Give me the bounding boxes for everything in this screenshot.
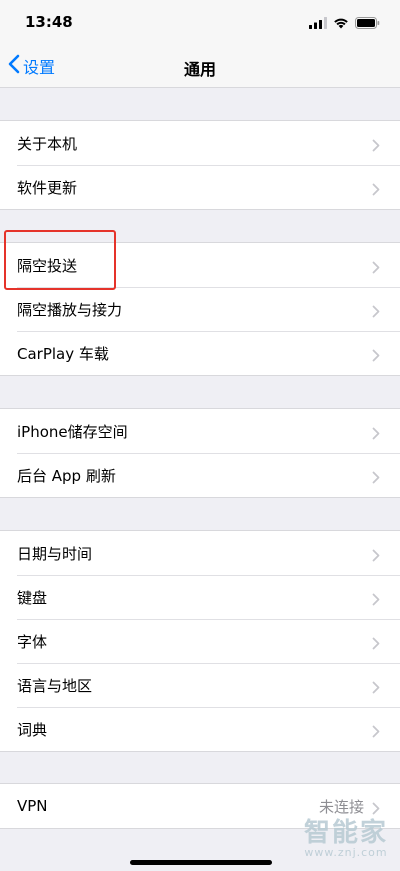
row-label: 词典 <box>17 720 48 739</box>
row-label: 后台 App 刷新 <box>17 466 116 485</box>
row-label: 键盘 <box>17 588 48 607</box>
settings-row-carplay[interactable]: CarPlay 车载 <box>0 331 400 375</box>
chevron-right-icon <box>372 679 380 698</box>
status-time: 13:48 <box>25 13 73 31</box>
row-label: CarPlay 车载 <box>17 344 109 363</box>
signal-icon <box>309 14 327 33</box>
row-label: 关于本机 <box>17 134 78 153</box>
settings-row-fonts[interactable]: 字体 <box>0 619 400 663</box>
settings-group-storage: iPhone储存空间 后台 App 刷新 <box>0 408 400 498</box>
chevron-right-icon <box>372 137 380 156</box>
chevron-right-icon <box>372 303 380 322</box>
chevron-right-icon <box>372 347 380 366</box>
row-label: 语言与地区 <box>17 676 93 695</box>
settings-row-software-update[interactable]: 软件更新 <box>0 165 400 209</box>
page-title: 通用 <box>183 60 216 79</box>
settings-row-airplay-handoff[interactable]: 隔空播放与接力 <box>0 287 400 331</box>
watermark-logo: 智能家 <box>303 818 388 848</box>
settings-row-date-time[interactable]: 日期与时间 <box>0 531 400 575</box>
watermark-url: www.znj.com <box>304 846 388 859</box>
row-label: VPN <box>17 797 48 815</box>
settings-row-language-region[interactable]: 语言与地区 <box>0 663 400 707</box>
settings-row-iphone-storage[interactable]: iPhone储存空间 <box>0 409 400 453</box>
chevron-right-icon <box>372 469 380 488</box>
row-label: iPhone储存空间 <box>17 422 128 441</box>
chevron-right-icon <box>372 547 380 566</box>
settings-row-dictionary[interactable]: 词典 <box>0 707 400 751</box>
settings-row-background-app-refresh[interactable]: 后台 App 刷新 <box>0 453 400 497</box>
row-label: 日期与时间 <box>17 544 93 563</box>
status-bar: 13:48 <box>0 0 400 44</box>
chevron-right-icon <box>372 723 380 742</box>
chevron-right-icon <box>372 181 380 200</box>
home-indicator[interactable] <box>130 860 272 865</box>
wifi-icon <box>333 14 349 33</box>
chevron-right-icon <box>372 425 380 444</box>
settings-row-about[interactable]: 关于本机 <box>0 121 400 165</box>
settings-group-about: 关于本机 软件更新 <box>0 120 400 210</box>
row-label: 软件更新 <box>17 178 78 197</box>
settings-group-language: 日期与时间 键盘 字体 语言与地区 词典 <box>0 530 400 752</box>
chevron-right-icon <box>372 591 380 610</box>
highlight-annotation-box <box>4 230 116 290</box>
chevron-right-icon <box>372 635 380 654</box>
row-label: 隔空播放与接力 <box>17 300 123 319</box>
settings-row-keyboard[interactable]: 键盘 <box>0 575 400 619</box>
watermark: 智能家 www.znj.com <box>304 812 388 859</box>
chevron-right-icon <box>372 259 380 278</box>
row-label: 字体 <box>17 632 48 651</box>
battery-icon <box>355 14 380 33</box>
status-icons <box>309 14 380 33</box>
nav-bar: 设置 通用 <box>0 44 400 88</box>
